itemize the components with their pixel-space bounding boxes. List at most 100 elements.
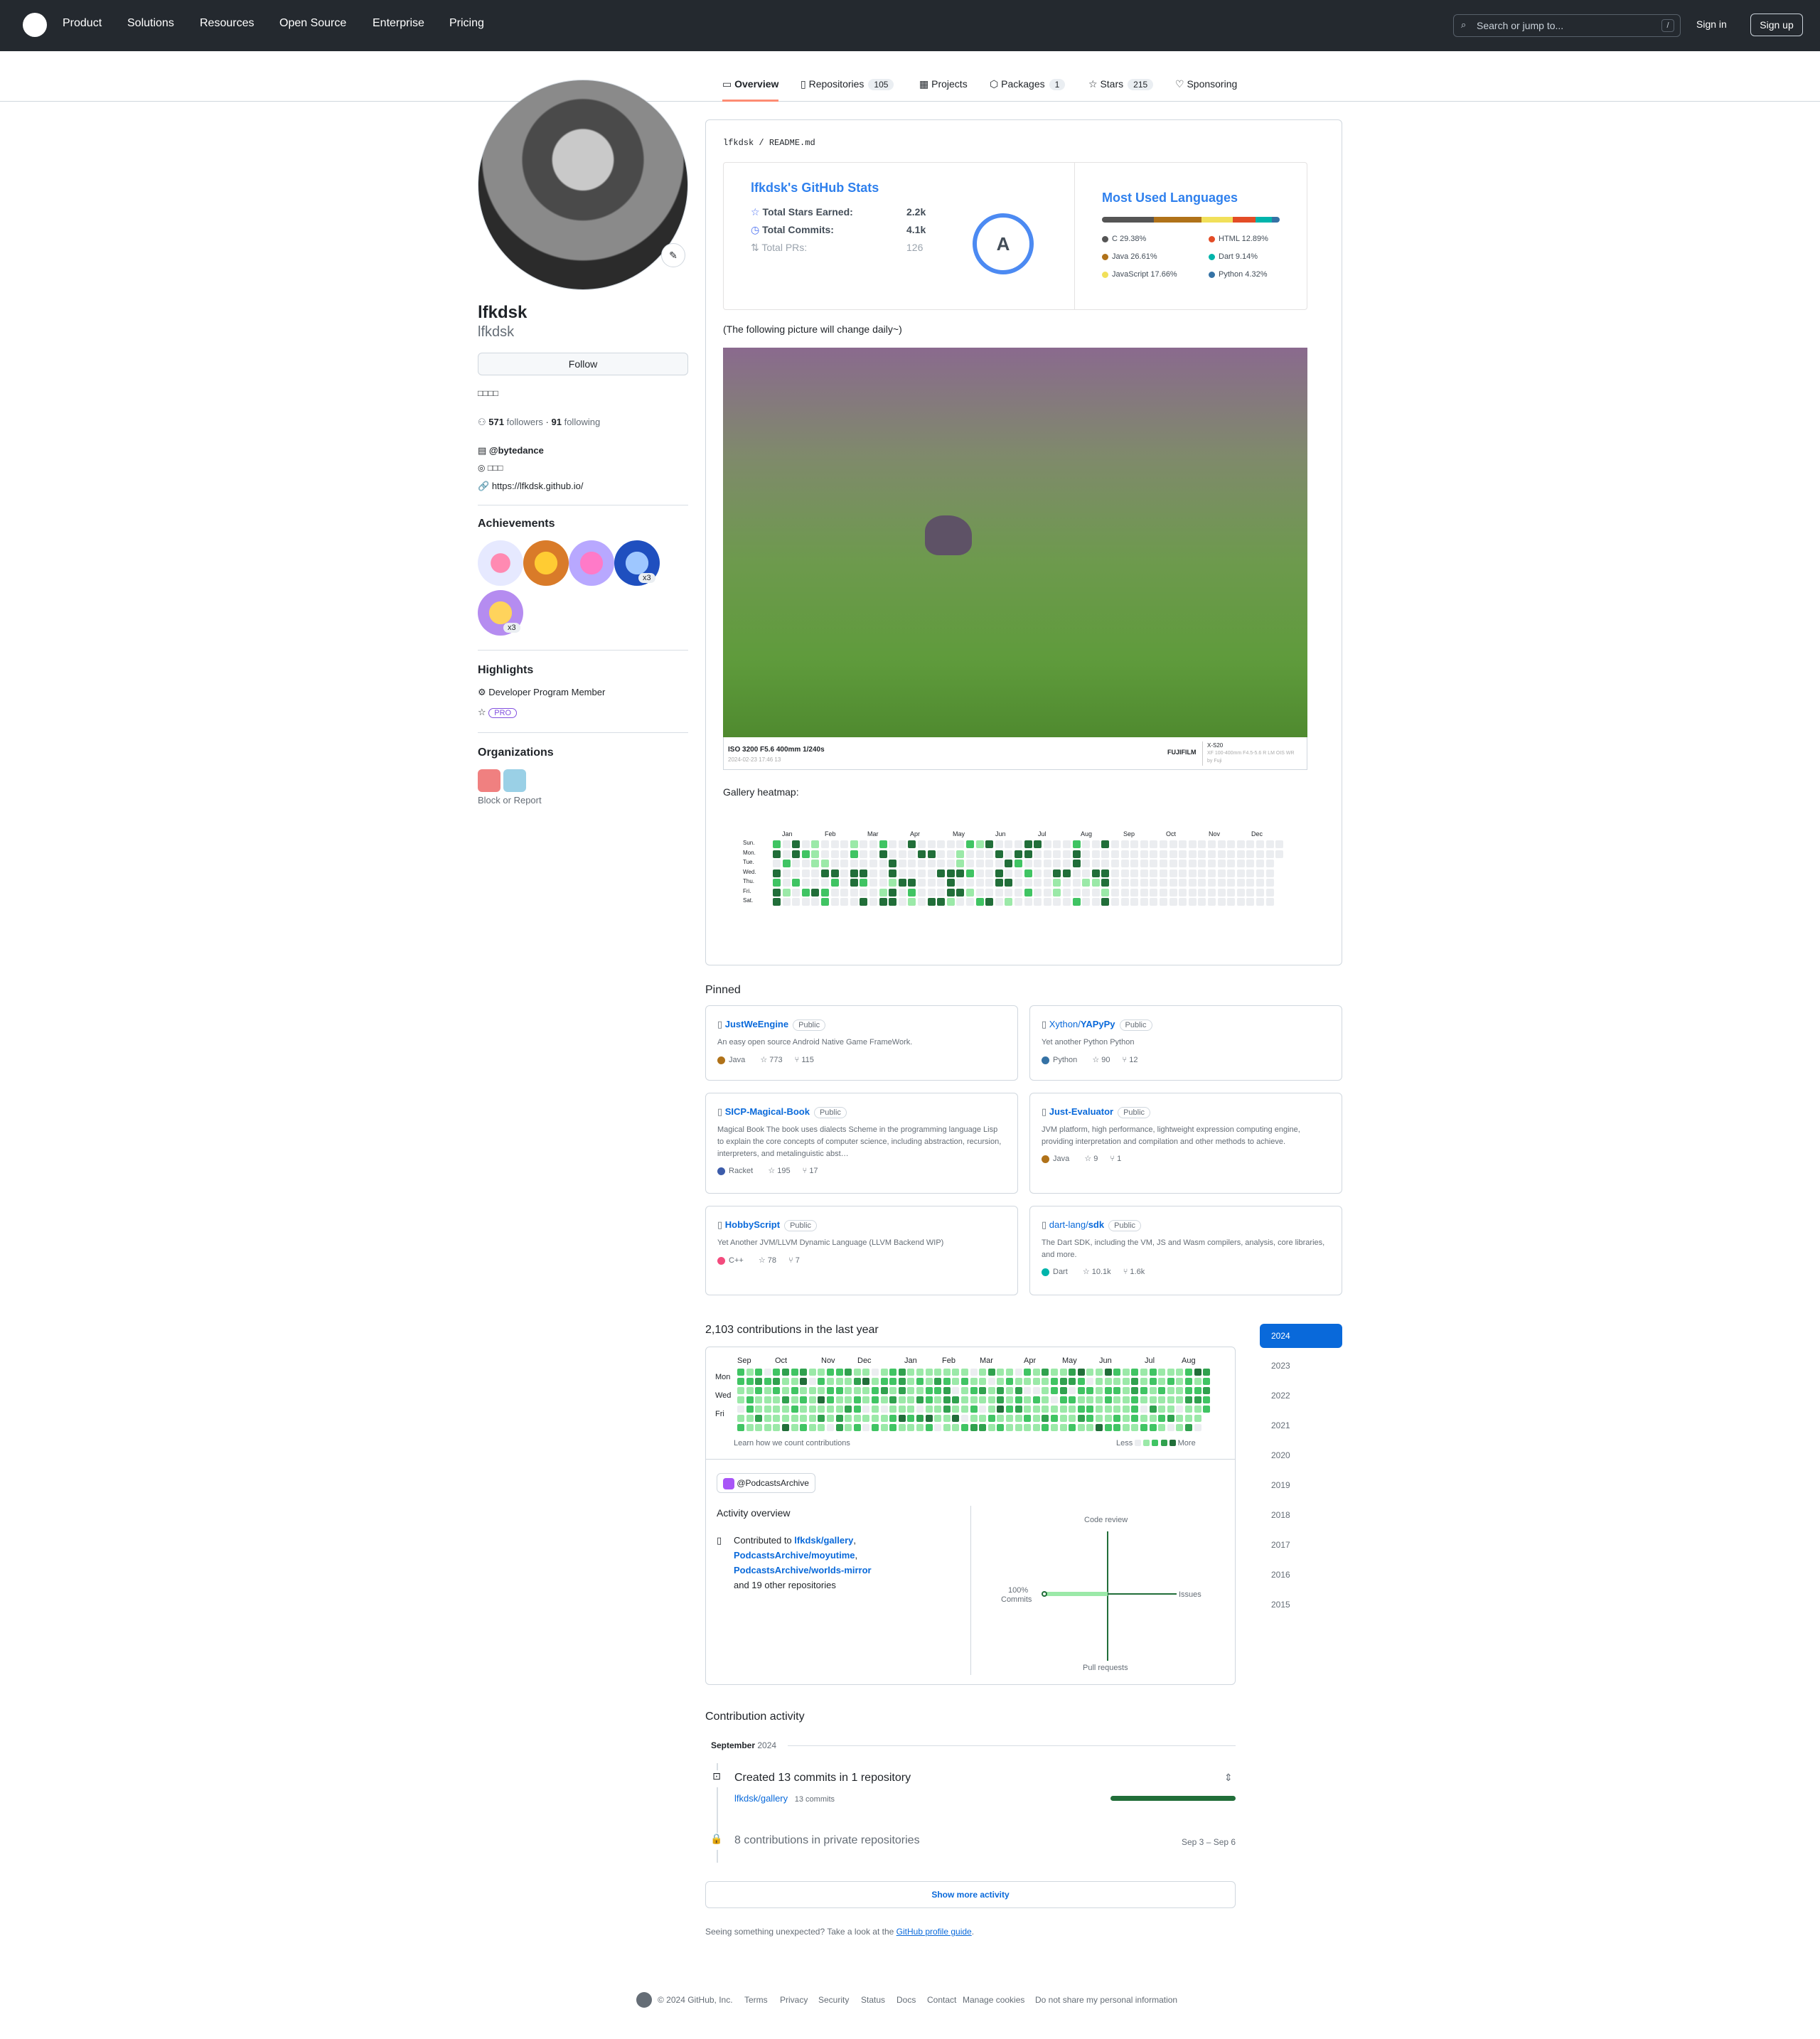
gallery-day-cell[interactable] bbox=[908, 860, 916, 867]
gallery-day-cell[interactable] bbox=[1150, 888, 1158, 897]
contrib-day-cell[interactable] bbox=[737, 1378, 744, 1385]
gallery-day-cell[interactable] bbox=[1208, 840, 1216, 848]
gallery-day-cell[interactable] bbox=[1024, 879, 1032, 887]
gallery-day-cell[interactable] bbox=[1256, 888, 1264, 897]
contrib-day-cell[interactable] bbox=[746, 1396, 754, 1403]
contrib-day-cell[interactable] bbox=[1069, 1396, 1076, 1403]
pinned-repo-forks[interactable]: 12 bbox=[1129, 1056, 1138, 1064]
gallery-day-cell[interactable] bbox=[918, 879, 926, 887]
gallery-day-cell[interactable] bbox=[1034, 879, 1042, 887]
contrib-day-cell[interactable] bbox=[1096, 1387, 1103, 1394]
gallery-day-cell[interactable] bbox=[1111, 850, 1119, 858]
contrib-day-cell[interactable] bbox=[800, 1415, 808, 1422]
contrib-day-cell[interactable] bbox=[907, 1424, 915, 1431]
following-count[interactable]: 91 bbox=[552, 417, 562, 427]
gallery-day-cell[interactable] bbox=[1140, 869, 1148, 877]
pinned-repo-forks[interactable]: 1 bbox=[1117, 1155, 1121, 1163]
contrib-day-cell[interactable] bbox=[764, 1415, 771, 1422]
gallery-day-cell[interactable] bbox=[1063, 860, 1071, 867]
pinned-repo-name[interactable]: YAPyPy bbox=[1081, 1019, 1115, 1029]
gallery-day-cell[interactable] bbox=[1063, 850, 1071, 858]
contrib-day-cell[interactable] bbox=[898, 1424, 906, 1431]
status-emoji-icon[interactable]: ✎ bbox=[661, 243, 685, 267]
contrib-day-cell[interactable] bbox=[1015, 1387, 1022, 1394]
gallery-day-cell[interactable] bbox=[1072, 898, 1081, 906]
contrib-day-cell[interactable] bbox=[898, 1396, 906, 1403]
contrib-day-cell[interactable] bbox=[818, 1378, 825, 1385]
contrib-day-cell[interactable] bbox=[1176, 1378, 1184, 1385]
search-input[interactable]: ⌕ Search or jump to... / bbox=[1453, 14, 1681, 37]
gallery-day-cell[interactable] bbox=[830, 850, 839, 858]
contrib-day-cell[interactable] bbox=[925, 1378, 933, 1385]
company-link[interactable]: @bytedance bbox=[489, 445, 544, 456]
contrib-day-cell[interactable] bbox=[1006, 1424, 1013, 1431]
gallery-day-cell[interactable] bbox=[1015, 850, 1022, 858]
contrib-day-cell[interactable] bbox=[1069, 1387, 1076, 1394]
gallery-day-cell[interactable] bbox=[879, 840, 887, 848]
contrib-day-cell[interactable] bbox=[1140, 1369, 1147, 1376]
gallery-day-cell[interactable] bbox=[1015, 860, 1022, 867]
gallery-day-cell[interactable] bbox=[927, 869, 936, 877]
gallery-day-cell[interactable] bbox=[782, 840, 791, 848]
gallery-day-cell[interactable] bbox=[1140, 860, 1148, 867]
gallery-day-cell[interactable] bbox=[869, 879, 877, 887]
contrib-day-cell[interactable] bbox=[889, 1378, 897, 1385]
gallery-day-cell[interactable] bbox=[898, 860, 906, 867]
contrib-day-cell[interactable] bbox=[782, 1396, 789, 1403]
gallery-day-cell[interactable] bbox=[1150, 860, 1158, 867]
gallery-day-cell[interactable] bbox=[1101, 860, 1110, 867]
contrib-day-cell[interactable] bbox=[1122, 1378, 1130, 1385]
contrib-day-cell[interactable] bbox=[1176, 1406, 1184, 1413]
contrib-day-cell[interactable] bbox=[1077, 1424, 1085, 1431]
gallery-day-cell[interactable] bbox=[1198, 840, 1206, 848]
contrib-day-cell[interactable] bbox=[853, 1378, 861, 1385]
gallery-day-cell[interactable] bbox=[1160, 840, 1167, 848]
contrib-day-cell[interactable] bbox=[1086, 1378, 1094, 1385]
contrib-day-cell[interactable] bbox=[1032, 1424, 1040, 1431]
gallery-day-cell[interactable] bbox=[1169, 879, 1177, 887]
contrib-day-cell[interactable] bbox=[1051, 1387, 1058, 1394]
gallery-day-cell[interactable] bbox=[869, 850, 877, 858]
gallery-day-cell[interactable] bbox=[1091, 879, 1100, 887]
gallery-day-cell[interactable] bbox=[975, 860, 984, 867]
contrib-day-cell[interactable] bbox=[800, 1424, 808, 1431]
gallery-day-cell[interactable] bbox=[1063, 869, 1071, 877]
gallery-day-cell[interactable] bbox=[1120, 860, 1129, 867]
contrib-day-cell[interactable] bbox=[1042, 1378, 1049, 1385]
gallery-day-cell[interactable] bbox=[792, 860, 801, 867]
gallery-day-cell[interactable] bbox=[1217, 898, 1226, 906]
contrib-day-cell[interactable] bbox=[808, 1369, 816, 1376]
contrib-day-cell[interactable] bbox=[782, 1424, 789, 1431]
fork-icon[interactable]: ⑂ bbox=[803, 1167, 810, 1175]
pinned-repo-stars[interactable]: 9 bbox=[1093, 1155, 1098, 1163]
contrib-day-cell[interactable] bbox=[1194, 1387, 1201, 1394]
pinned-repo-name[interactable]: JustWeEngine bbox=[725, 1019, 788, 1029]
gallery-day-cell[interactable] bbox=[946, 850, 955, 858]
nav-pricing[interactable]: Pricing bbox=[449, 17, 484, 30]
gallery-day-cell[interactable] bbox=[1150, 840, 1158, 848]
achievement-heart-icon[interactable] bbox=[478, 540, 523, 586]
gallery-day-cell[interactable] bbox=[840, 840, 849, 848]
contrib-day-cell[interactable] bbox=[746, 1415, 754, 1422]
gallery-day-cell[interactable] bbox=[1043, 860, 1051, 867]
contrib-day-cell[interactable] bbox=[773, 1378, 781, 1385]
gallery-day-cell[interactable] bbox=[1179, 850, 1187, 858]
gallery-day-cell[interactable] bbox=[966, 850, 974, 858]
pinned-repo-name[interactable]: SICP-Magical-Book bbox=[725, 1106, 810, 1117]
contrib-day-cell[interactable] bbox=[818, 1406, 825, 1413]
year-button-2024[interactable]: 2024 bbox=[1260, 1324, 1342, 1348]
gallery-day-cell[interactable] bbox=[1053, 840, 1061, 848]
contrib-day-cell[interactable] bbox=[970, 1424, 978, 1431]
gallery-day-cell[interactable] bbox=[1265, 860, 1274, 867]
gallery-day-cell[interactable] bbox=[1091, 888, 1100, 897]
pinned-repo-owner[interactable]: dart-lang/ bbox=[1049, 1219, 1088, 1230]
contrib-day-cell[interactable] bbox=[791, 1369, 798, 1376]
contrib-day-cell[interactable] bbox=[907, 1406, 915, 1413]
gallery-day-cell[interactable] bbox=[1082, 879, 1091, 887]
contrib-day-cell[interactable] bbox=[1096, 1369, 1103, 1376]
gallery-day-cell[interactable] bbox=[1265, 898, 1274, 906]
pinned-repo-forks[interactable]: 7 bbox=[796, 1256, 800, 1265]
tab-packages[interactable]: ⬡ Packages 1 bbox=[990, 78, 1066, 90]
gallery-day-cell[interactable] bbox=[1227, 898, 1236, 906]
signup-button[interactable]: Sign up bbox=[1750, 14, 1803, 36]
